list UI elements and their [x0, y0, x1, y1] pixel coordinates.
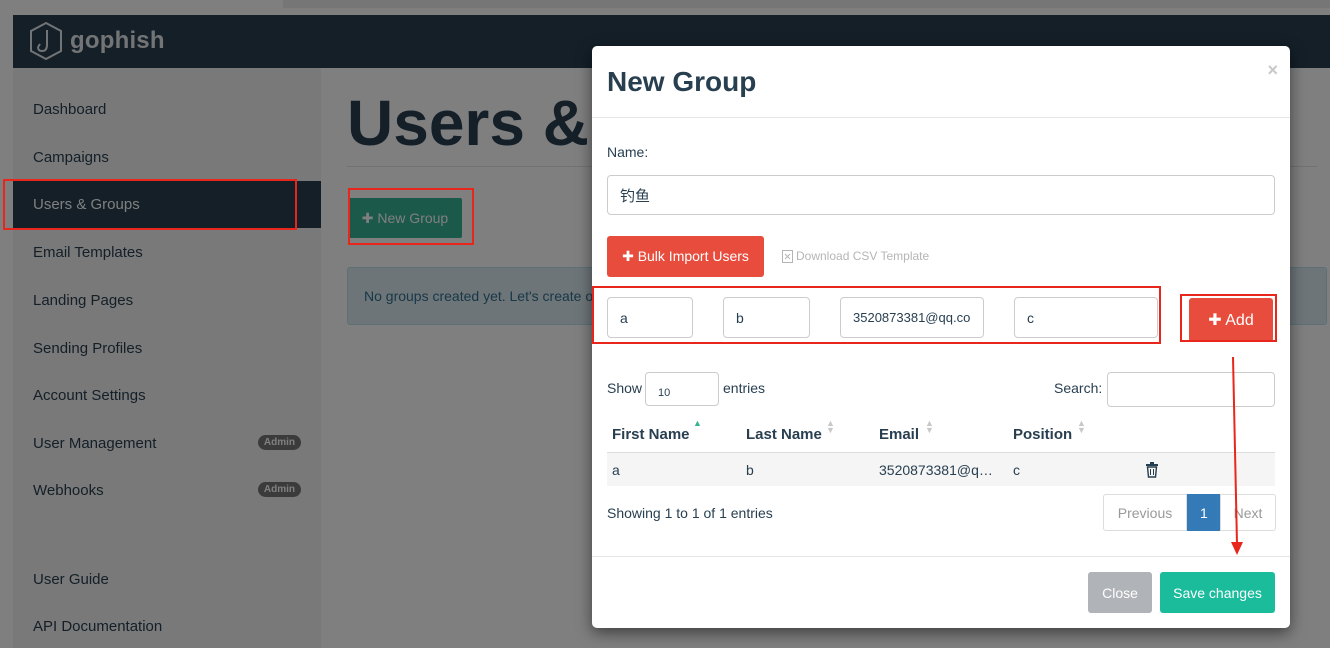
modal-header-divider [592, 117, 1290, 118]
table-info: Showing 1 to 1 of 1 entries [607, 505, 773, 521]
group-name-input[interactable] [607, 175, 1275, 215]
column-header-email[interactable]: Email [879, 426, 919, 443]
pagination-next[interactable]: Next [1220, 494, 1276, 531]
pagination-page-1[interactable]: 1 [1187, 494, 1220, 531]
csv-template-label: Download CSV Template [796, 249, 930, 263]
show-label: Show [607, 380, 643, 396]
column-header-last-name[interactable]: Last Name [746, 426, 822, 443]
page-size-select[interactable] [645, 372, 719, 406]
annotation-box-new-group [348, 188, 474, 245]
close-button[interactable]: Close [1088, 572, 1152, 613]
annotation-box-add-button [1180, 294, 1277, 342]
table-search-input[interactable] [1107, 372, 1275, 407]
bulk-import-users-button[interactable]: ✚ Bulk Import Users [607, 236, 764, 277]
download-csv-template-link[interactable]: Download CSV Template [782, 249, 929, 263]
cell-first-name: a [612, 462, 620, 478]
plus-icon: ✚ [622, 248, 638, 264]
sort-icon[interactable]: ▲ ▼ [1077, 419, 1086, 435]
pagination-previous[interactable]: Previous [1103, 494, 1187, 531]
cell-position: c [1013, 462, 1020, 478]
sort-asc-icon[interactable]: ▲ [693, 419, 702, 428]
cell-email: 3520873381@q… [879, 462, 993, 478]
pagination: Previous 1 Next [1103, 494, 1276, 531]
annotation-box-users-groups [3, 179, 297, 230]
annotation-box-user-fields [592, 286, 1161, 344]
save-changes-button[interactable]: Save changes [1160, 572, 1275, 613]
sort-icon[interactable]: ▲ ▼ [925, 419, 934, 435]
modal-footer-divider [592, 556, 1290, 557]
column-header-position[interactable]: Position [1013, 426, 1072, 443]
trash-icon[interactable] [1145, 462, 1159, 478]
search-label: Search: [1054, 380, 1103, 396]
bulk-import-label: Bulk Import Users [637, 248, 749, 264]
entries-label: entries [723, 380, 766, 396]
modal-title: New Group [607, 66, 757, 97]
name-label: Name: [607, 144, 649, 160]
modal-close-icon[interactable]: × [1267, 60, 1278, 81]
column-header-first-name[interactable]: First Name [612, 426, 690, 443]
cell-last-name: b [746, 462, 754, 478]
file-excel-icon [782, 249, 793, 263]
sort-icon[interactable]: ▲ ▼ [826, 419, 835, 435]
